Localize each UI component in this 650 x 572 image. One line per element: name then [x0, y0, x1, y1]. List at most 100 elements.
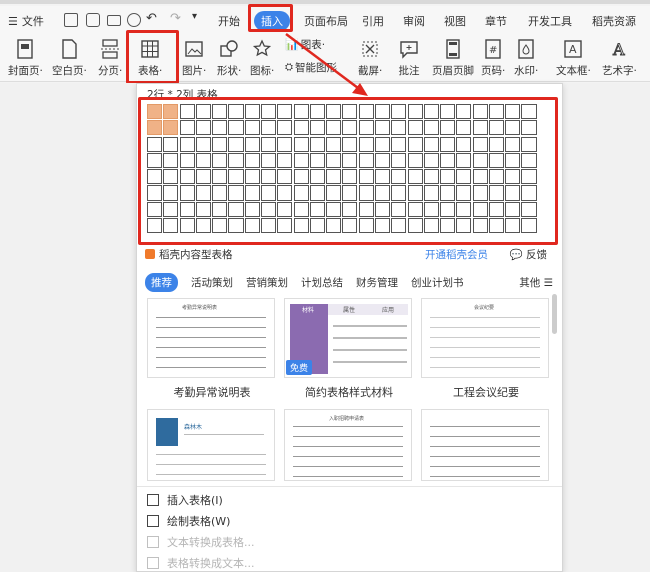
draw-table-label: 绘制表格(W) — [167, 514, 231, 528]
picture-icon — [183, 38, 205, 60]
page-break-icon — [99, 38, 121, 60]
save-icon[interactable] — [64, 13, 78, 27]
shape-label: 形状· — [217, 65, 242, 77]
blank-page-icon — [58, 38, 80, 60]
print-icon[interactable] — [107, 15, 121, 26]
category-plan-summary[interactable]: 计划总结 — [301, 275, 343, 290]
picture-label: 图片· — [182, 65, 207, 77]
page-number-label: 页码· — [481, 65, 506, 77]
svg-text:A: A — [612, 40, 625, 59]
template-caption: 简约表格样式材料 — [305, 386, 393, 399]
category-finance[interactable]: 财务管理 — [356, 275, 398, 290]
export-pdf-icon[interactable] — [86, 13, 100, 27]
textbox-label: 文本框· — [556, 65, 591, 77]
icon-library-label: 图标· — [250, 65, 275, 77]
smart-art-icon: ⛭ — [285, 62, 293, 73]
category-marketing[interactable]: 营销策划 — [246, 275, 288, 290]
draw-table-item[interactable]: 绘制表格(W) — [137, 510, 562, 531]
template-preview-title: 考勤异常说明表 — [182, 305, 218, 311]
tab-chapter[interactable]: 章节 — [485, 13, 507, 29]
convert-icon — [147, 535, 159, 548]
page-break-button[interactable]: 分页· — [98, 38, 122, 78]
template-categories: 推荐 活动策划 营销策划 计划总结 财务管理 创业计划书 其他 ☰ — [145, 272, 555, 292]
page-break-label: 分页· — [98, 65, 123, 77]
tab-developer[interactable]: 开发工具 — [528, 13, 572, 29]
table-to-text-item[interactable]: 表格转换成文本... — [137, 552, 562, 572]
hamburger-icon: ☰ — [8, 14, 18, 28]
insert-table-item[interactable]: 插入表格(I) — [137, 489, 562, 510]
template-preview-name: 森林木 — [184, 424, 203, 431]
page-number-icon: # — [482, 38, 504, 60]
template-meeting-minutes[interactable]: 会议纪要 — [421, 298, 549, 378]
template-preview-col3: 应用 — [382, 307, 395, 314]
smart-art-button[interactable]: ⛭ 智能图形 — [285, 60, 337, 75]
print-preview-icon[interactable] — [127, 13, 141, 27]
blank-page-button[interactable]: 空白页· — [52, 38, 87, 78]
picture-button[interactable]: 图片· — [182, 38, 206, 78]
window-top-strip — [0, 0, 650, 4]
textbox-button[interactable]: A 文本框· — [556, 38, 591, 78]
tab-page-layout[interactable]: 页面布局 — [304, 13, 348, 29]
tab-view[interactable]: 视图 — [444, 13, 466, 29]
vip-link[interactable]: 开通稻壳会员 — [425, 247, 488, 262]
template-simple-table[interactable]: 材料 属性 应用 免费 — [284, 298, 412, 378]
star-icon — [251, 38, 273, 60]
table-icon — [147, 493, 159, 506]
wordart-button[interactable]: A 艺术字· — [602, 38, 637, 78]
comment-icon — [398, 38, 420, 60]
file-menu[interactable]: ☰ 文件 — [8, 13, 44, 29]
template-form[interactable] — [421, 409, 549, 481]
insert-table-label: 插入表格(I) — [167, 493, 223, 507]
comment-label: 批注 — [398, 65, 420, 77]
cover-page-button[interactable]: 封面页· — [8, 38, 43, 78]
tab-review[interactable]: 审阅 — [403, 13, 425, 29]
blank-page-label: 空白页· — [52, 65, 87, 77]
category-event-planning[interactable]: 活动策划 — [191, 275, 233, 290]
comment-button[interactable]: 批注 — [398, 38, 420, 78]
shape-button[interactable]: 形状· — [217, 38, 241, 78]
undo-icon[interactable]: ↶ — [146, 11, 157, 26]
wordart-label: 艺术字· — [602, 65, 637, 77]
cover-page-icon — [14, 38, 36, 60]
document-area-left — [0, 83, 136, 572]
redo-icon[interactable]: ↷ — [170, 11, 181, 26]
template-resume[interactable]: 森林木 — [147, 409, 275, 481]
template-preview-title: 入职招聘申请表 — [329, 416, 365, 422]
tab-home[interactable]: 开始 — [218, 13, 240, 29]
svg-text:#: # — [489, 45, 497, 56]
table-button-highlight — [126, 30, 179, 84]
gallery-scrollbar[interactable] — [552, 294, 557, 334]
feedback-label: 反馈 — [526, 248, 547, 261]
tab-references[interactable]: 引用 — [362, 13, 384, 29]
wordart-icon: A — [608, 38, 630, 60]
icon-library-button[interactable]: 图标· — [250, 38, 274, 78]
chevron-down-icon[interactable]: ▾ — [192, 11, 197, 22]
svg-text:A: A — [569, 43, 577, 56]
text-to-table-label: 文本转换成表格... — [167, 535, 255, 549]
text-to-table-item[interactable]: 文本转换成表格... — [137, 531, 562, 552]
chart-button[interactable]: 📊 图表· — [285, 37, 325, 52]
menu-tab-bar: ☰ 文件 ↶ ↷ ▾ 开始 插入 页面布局 引用 审阅 视图 章节 开发工具 稻… — [0, 6, 650, 34]
screenshot-button[interactable]: 截屏· — [358, 38, 382, 78]
screenshot-label: 截屏· — [358, 65, 383, 77]
feedback-icon: 💬 — [509, 248, 523, 261]
scissors-icon — [359, 38, 381, 60]
docer-logo-icon — [145, 249, 155, 259]
watermark-button[interactable]: 水印· — [514, 38, 538, 78]
cover-page-label: 封面页· — [8, 65, 43, 77]
chart-icon: 📊 — [285, 38, 299, 51]
tab-docer-resources[interactable]: 稻壳资源 — [592, 13, 636, 29]
free-badge: 免费 — [286, 360, 313, 375]
pencil-table-icon — [147, 514, 159, 527]
photo-thumbnail — [156, 418, 178, 446]
page-number-button[interactable]: # 页码· — [481, 38, 505, 78]
category-recommended[interactable]: 推荐 — [145, 272, 178, 292]
watermark-label: 水印· — [514, 65, 539, 77]
grid-highlight — [138, 97, 558, 245]
template-attendance[interactable]: 考勤异常说明表 — [147, 298, 275, 378]
category-business-plan[interactable]: 创业计划书 — [411, 275, 464, 290]
header-footer-button[interactable]: 页眉页脚 — [432, 38, 474, 78]
template-job-application[interactable]: 入职招聘申请表 — [284, 409, 412, 481]
more-categories-button[interactable]: 其他 ☰ — [519, 275, 553, 290]
feedback-button[interactable]: 💬 反馈 — [510, 247, 547, 262]
